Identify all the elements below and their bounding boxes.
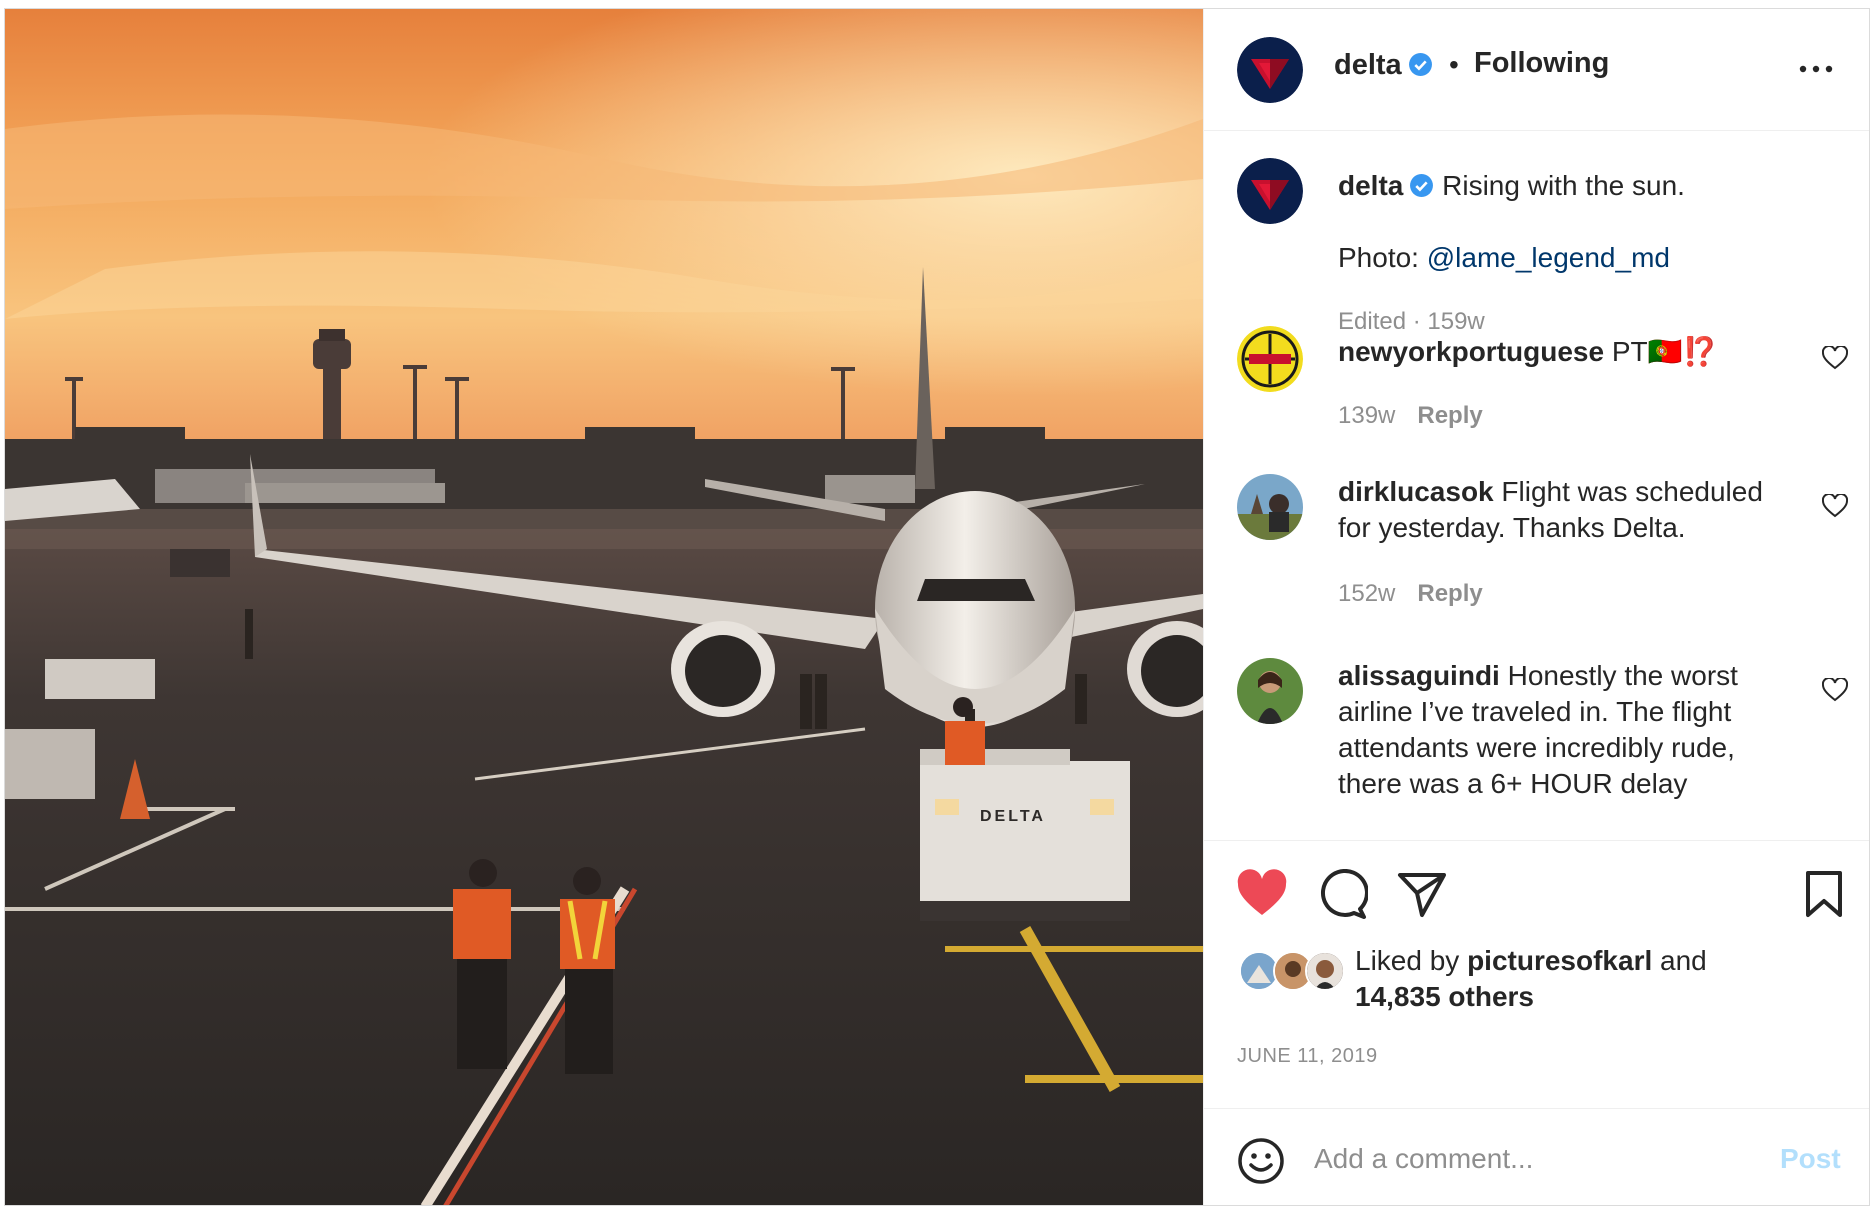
liked-by-and: and — [1660, 945, 1707, 976]
comment-meta: 139w Reply — [1338, 402, 1483, 430]
comment-text: PT — [1611, 336, 1648, 367]
comments-scroll-area[interactable]: delta Rising with the sun. Photo: @lame_… — [1204, 132, 1869, 840]
add-comment-bar: Post — [1204, 1108, 1869, 1205]
post-actions: Liked by picturesofkarl and 14,835 other… — [1204, 840, 1869, 1108]
liker-avatar-icon — [1241, 953, 1277, 989]
comment-username[interactable]: newyorkportuguese — [1338, 336, 1604, 367]
liked-by-text: Liked by picturesofkarl and 14,835 other… — [1355, 943, 1815, 1015]
caption-username[interactable]: delta — [1338, 170, 1403, 201]
liker-avatar-icon — [1307, 953, 1343, 989]
post-side-panel: delta • Following delta Rising with the … — [1203, 9, 1869, 1205]
like-comment-heart-icon[interactable] — [1822, 494, 1848, 518]
header-username[interactable]: delta — [1334, 49, 1433, 82]
caption-avatar[interactable] — [1237, 158, 1303, 224]
heart-filled-icon[interactable] — [1236, 869, 1288, 919]
delta-avatar[interactable] — [1237, 37, 1303, 103]
bookmark-icon[interactable] — [1798, 869, 1850, 919]
commenter-avatar[interactable] — [1237, 474, 1303, 540]
reply-button[interactable]: Reply — [1417, 402, 1482, 429]
more-options-icon[interactable] — [1798, 59, 1834, 79]
post-photo[interactable]: DELTA — [5, 9, 1203, 1205]
caption-body: delta Rising with the sun. Photo: @lame_… — [1338, 168, 1798, 276]
truck-logo-text: DELTA — [980, 808, 1046, 825]
newyorkportuguese-avatar-icon — [1237, 326, 1303, 392]
liked-by-user[interactable]: picturesofkarl — [1467, 945, 1652, 976]
post-header: delta • Following — [1204, 9, 1869, 131]
delta-logo-icon — [1237, 37, 1303, 103]
comment-body: newyorkportuguese PT🇵🇹⁉️ — [1338, 334, 1798, 370]
header-username-text[interactable]: delta — [1334, 49, 1402, 81]
verified-badge-icon — [1408, 53, 1432, 76]
comment-emoji: 🇵🇹⁉️ — [1647, 336, 1718, 367]
comment-age: 152w — [1338, 580, 1396, 607]
emoji-smile-icon[interactable] — [1237, 1137, 1285, 1185]
like-comment-heart-icon[interactable] — [1822, 346, 1848, 370]
caption-credit-prefix: Photo: — [1338, 242, 1427, 273]
like-comment-heart-icon[interactable] — [1822, 678, 1848, 702]
following-button[interactable]: Following — [1474, 47, 1609, 80]
send-icon[interactable] — [1396, 869, 1448, 919]
dirklucasok-avatar-icon — [1237, 474, 1303, 540]
comment-body: dirklucasok Flight was scheduled for yes… — [1338, 474, 1798, 546]
post-date[interactable]: JUNE 11, 2019 — [1237, 1045, 1378, 1068]
reply-button[interactable]: Reply — [1417, 580, 1482, 607]
comment-age: 139w — [1338, 402, 1396, 429]
caption-credit: Photo: @lame_legend_md — [1338, 240, 1798, 276]
caption-text: Rising with the sun. — [1442, 170, 1685, 201]
commenter-avatar[interactable] — [1237, 658, 1303, 724]
commenter-avatar[interactable] — [1237, 326, 1303, 392]
verified-badge-icon — [1410, 174, 1434, 197]
alissaguindi-avatar-icon — [1237, 658, 1303, 724]
comment-body: alissaguindi Honestly the worst airline … — [1338, 658, 1798, 802]
liked-by-prefix: Liked by — [1355, 945, 1460, 976]
comment-username[interactable]: dirklucasok — [1338, 476, 1494, 507]
post-comment-button[interactable]: Post — [1780, 1143, 1841, 1175]
liked-by-others[interactable]: 14,835 others — [1355, 981, 1534, 1012]
comment-meta: 152w Reply — [1338, 580, 1483, 608]
liker-avatar[interactable] — [1305, 951, 1345, 991]
liker-avatars — [1239, 951, 1351, 993]
photo-credit-link[interactable]: @lame_legend_md — [1427, 242, 1670, 273]
airport-sunset-photo: DELTA — [5, 9, 1203, 1205]
caption-meta: Edited · 159w — [1338, 308, 1485, 335]
comment-username[interactable]: alissaguindi — [1338, 660, 1500, 691]
comment-icon[interactable] — [1316, 869, 1368, 919]
delta-logo-icon — [1237, 158, 1303, 224]
add-comment-input[interactable] — [1314, 1137, 1754, 1181]
instagram-post: DELTA delta • Following delta Rising wit… — [4, 8, 1870, 1206]
header-separator: • — [1449, 49, 1459, 80]
